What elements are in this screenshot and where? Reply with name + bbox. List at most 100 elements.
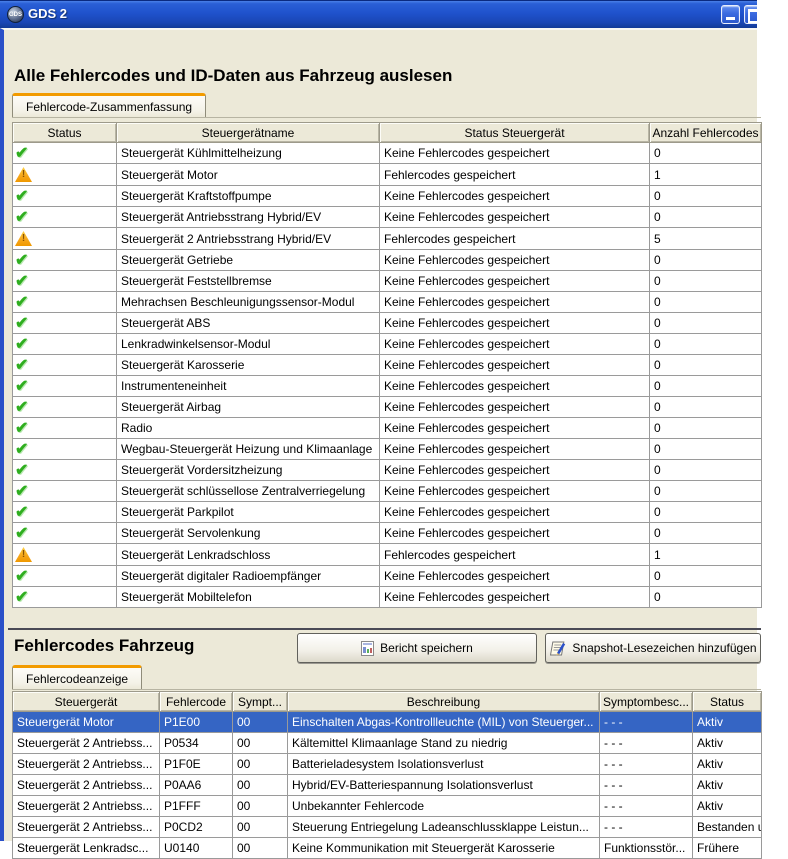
table-cell: 0 (650, 439, 762, 460)
table-row[interactable]: Steuergerät 2 Antriebss...P1FFF00Unbekan… (13, 796, 762, 817)
table-cell: 00 (233, 712, 288, 733)
table-cell: - - - (600, 712, 693, 733)
table-cell: Hybrid/EV-Batteriespannung Isolationsver… (288, 775, 600, 796)
status-ok-icon: ✔ (15, 294, 28, 311)
table-row[interactable]: ✔ Lenkradwinkelsensor-ModulKeine Fehlerco… (13, 334, 762, 355)
title-bar[interactable]: GDS GDS 2 (0, 0, 757, 28)
section-divider (8, 628, 761, 630)
window-content: Alle Fehlercodes und ID-Daten aus Fahrze… (0, 28, 757, 841)
table-cell: Steuergerät Getriebe (117, 250, 380, 271)
table-cell: Einschalten Abgas-Kontrollleuchte (MIL) … (288, 712, 600, 733)
table-cell: 0 (650, 292, 762, 313)
tab-fehlercodeanzeige[interactable]: Fehlercodeanzeige (12, 665, 142, 689)
table-row[interactable]: Steuergerät 2 Antriebsstrang Hybrid/EVFe… (13, 228, 762, 250)
table-row[interactable]: ✔Steuergerät ServolenkungKeine Fehlercod… (13, 523, 762, 544)
column-header[interactable]: Symptombesc... (600, 692, 693, 712)
table-cell: P0534 (160, 733, 233, 754)
table-cell: Kältemittel Klimaanlage Stand zu niedrig (288, 733, 600, 754)
table-row[interactable]: Steuergerät MotorP1E0000Einschalten Abga… (13, 712, 762, 733)
status-ok-icon: ✔ (15, 504, 28, 521)
table-cell: Keine Fehlercodes gespeichert (380, 566, 650, 587)
column-header[interactable]: Beschreibung (288, 692, 600, 712)
minimize-button[interactable] (721, 5, 740, 24)
table-cell: Steuergerät Lenkradschloss (117, 544, 380, 566)
table-cell: Aktiv (693, 733, 762, 754)
table-cell: ✔ (13, 292, 117, 313)
table-row[interactable]: ✔Steuergerät VordersitzheizungKeine Fehl… (13, 460, 762, 481)
table-row[interactable]: ✔Steuergerät MobiltelefonKeine Fehlercod… (13, 587, 762, 608)
table-cell: Batterieladesystem Isolationsverlust (288, 754, 600, 775)
table-cell: 0 (650, 355, 762, 376)
table-cell: Steuergerät Vordersitzheizung (117, 460, 380, 481)
table-row[interactable]: ✔Steuergerät AirbagKeine Fehlercodes ges… (13, 397, 762, 418)
table-row[interactable]: Steuergerät 2 Antriebss...P0CD200Steueru… (13, 817, 762, 838)
table-row[interactable]: ✔Steuergerät KühlmittelheizungKeine Fehl… (13, 143, 762, 164)
table-cell: Keine Fehlercodes gespeichert (380, 418, 650, 439)
table-cell: Steuergerät Feststellbremse (117, 271, 380, 292)
table-row[interactable]: ✔Mehrachsen Beschleunigungssensor-ModulK… (13, 292, 762, 313)
table-cell: ✔ (13, 143, 117, 164)
status-ok-icon: ✔ (15, 145, 28, 162)
table-cell: P0AA6 (160, 775, 233, 796)
table-row[interactable]: ✔InstrumenteneinheitKeine Fehlercodes ge… (13, 376, 762, 397)
status-ok-icon: ✔ (15, 315, 28, 332)
table-cell: Steuergerät ABS (117, 313, 380, 334)
page-title: Alle Fehlercodes und ID-Daten aus Fahrze… (14, 66, 452, 86)
table-cell: 0 (650, 502, 762, 523)
table-row[interactable]: Steuergerät 2 Antriebss...P0AA600Hybrid/… (13, 775, 762, 796)
column-header[interactable]: Anzahl Fehlercodes (650, 123, 762, 143)
table-row[interactable]: ✔Steuergerät ParkpilotKeine Fehlercodes … (13, 502, 762, 523)
column-header[interactable]: Status (13, 123, 117, 143)
column-header[interactable]: Steuergerätname (117, 123, 380, 143)
table-cell: 0 (650, 481, 762, 502)
column-header[interactable]: Steuergerät (13, 692, 160, 712)
table-cell: Aktiv (693, 775, 762, 796)
add-snapshot-bookmark-button[interactable]: Snapshot-Lesezeichen hinzufügen (545, 633, 761, 663)
table-cell: - - - (600, 754, 693, 775)
column-header[interactable]: Sympt... (233, 692, 288, 712)
add-snapshot-label: Snapshot-Lesezeichen hinzufügen (572, 641, 756, 655)
status-ok-icon: ✔ (15, 336, 28, 353)
snapshot-bookmark-icon (549, 641, 566, 656)
summary-table-body: ✔Steuergerät KühlmittelheizungKeine Fehl… (13, 143, 762, 608)
table-row[interactable]: Steuergerät 2 Antriebss...P053400Kältemi… (13, 733, 762, 754)
table-row[interactable]: Steuergerät 2 Antriebss...P1F0E00Batteri… (13, 754, 762, 775)
table-cell: Steuergerät schlüssellose Zentralverrieg… (117, 481, 380, 502)
table-cell: Steuergerät Motor (13, 712, 160, 733)
table-cell: 00 (233, 754, 288, 775)
column-header[interactable]: Status Steuergerät (380, 123, 650, 143)
maximize-button[interactable] (744, 5, 757, 24)
table-row[interactable]: ✔Steuergerät KraftstoffpumpeKeine Fehler… (13, 186, 762, 207)
tab-fehlercode-zusammenfassung[interactable]: Fehlercode-Zusammenfassung (12, 93, 206, 117)
status-ok-icon: ✔ (15, 462, 28, 479)
summary-table-header-row: StatusSteuergerätnameStatus SteuergerätA… (13, 123, 762, 143)
table-row[interactable]: Steuergerät LenkradschlossFehlercodes ge… (13, 544, 762, 566)
table-row[interactable]: ✔Steuergerät ABSKeine Fehlercodes gespei… (13, 313, 762, 334)
table-row[interactable]: ✔Steuergerät GetriebeKeine Fehlercodes g… (13, 250, 762, 271)
table-cell: P1E00 (160, 712, 233, 733)
column-header[interactable]: Fehlercode (160, 692, 233, 712)
table-cell: - - - (600, 733, 693, 754)
table-cell: Lenkradwinkelsensor-Modul (117, 334, 380, 355)
table-cell: Keine Fehlercodes gespeichert (380, 250, 650, 271)
table-cell: Keine Fehlercodes gespeichert (380, 334, 650, 355)
table-cell: ✔ (13, 397, 117, 418)
status-ok-icon: ✔ (15, 273, 28, 290)
table-row[interactable]: ✔Wegbau-Steuergerät Heizung und Klimaanl… (13, 439, 762, 460)
gds2-window: GDS GDS 2 Alle Fehlercodes und ID-Daten … (0, 0, 757, 841)
table-row[interactable]: ✔RadioKeine Fehlercodes gespeichert0 (13, 418, 762, 439)
table-cell: Steuergerät Karosserie (117, 355, 380, 376)
table-row[interactable]: ✔Steuergerät schlüssellose Zentralverrie… (13, 481, 762, 502)
table-cell: ✔ (13, 334, 117, 355)
table-cell: Fehlercodes gespeichert (380, 228, 650, 250)
table-row[interactable]: ✔Steuergerät KarosserieKeine Fehlercodes… (13, 355, 762, 376)
table-row[interactable]: ✔Steuergerät FeststellbremseKeine Fehler… (13, 271, 762, 292)
save-report-button[interactable]: Bericht speichern (297, 633, 537, 663)
table-cell: - - - (600, 775, 693, 796)
table-row[interactable]: ✔Steuergerät digitaler RadioempfängerKei… (13, 566, 762, 587)
status-ok-icon: ✔ (15, 525, 28, 542)
table-row[interactable]: ✔Steuergerät Antriebsstrang Hybrid/EVKei… (13, 207, 762, 228)
column-header[interactable]: Status (693, 692, 762, 712)
table-row[interactable]: Steuergerät MotorFehlercodes gespeichert… (13, 164, 762, 186)
section-title: Fehlercodes Fahrzeug (14, 636, 194, 656)
